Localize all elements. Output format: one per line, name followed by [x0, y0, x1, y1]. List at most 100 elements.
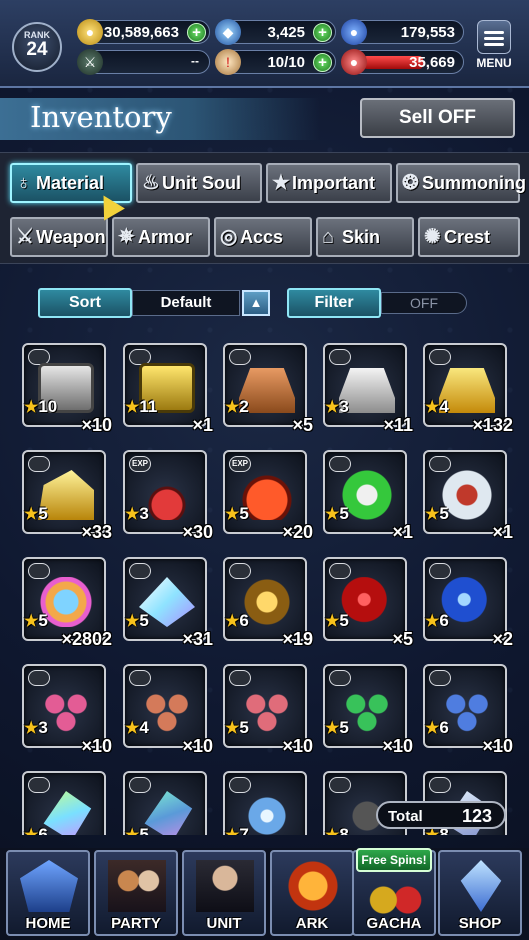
- tab-crest[interactable]: ✺ Crest: [418, 217, 520, 257]
- item-rarity: ★5: [225, 504, 249, 523]
- item-rarity: ★6: [24, 825, 48, 835]
- item-quantity: ×19: [282, 629, 313, 649]
- inventory-item[interactable]: EXP ★5 ×20: [223, 442, 313, 542]
- nav-label: PARTY: [111, 915, 161, 932]
- rank-badge[interactable]: RANK 24: [12, 22, 62, 72]
- dragon-icon: ❂: [402, 172, 419, 194]
- tab-label: Weapon: [36, 227, 106, 247]
- star-icon: ★: [272, 172, 290, 194]
- tab-summoning[interactable]: ❂ Summoning: [396, 163, 526, 203]
- home-crystal-icon: [20, 860, 78, 912]
- tab-unit-soul[interactable]: ♨ Unit Soul: [136, 163, 262, 203]
- energy-counter: ! 10/10 +: [215, 49, 336, 75]
- tab-label: Skin: [342, 227, 381, 247]
- inventory-item[interactable]: ★4 ×10: [123, 656, 213, 756]
- tab-accs[interactable]: ◎ Accs: [214, 217, 312, 257]
- sort-value[interactable]: Default: [132, 290, 240, 316]
- item-type-tag-icon: [129, 777, 151, 793]
- sort-direction-arrow-icon[interactable]: ▲: [242, 290, 270, 316]
- nav-home[interactable]: HOME: [6, 850, 90, 936]
- crest-icon: ✺: [424, 226, 441, 248]
- filter-button[interactable]: Filter: [287, 288, 381, 318]
- inventory-item[interactable]: ★5×20: [123, 763, 213, 835]
- inventory-item[interactable]: ★5 ×1: [323, 442, 413, 542]
- add-gil-button[interactable]: +: [187, 23, 206, 42]
- item-rarity: ★5: [325, 611, 349, 630]
- item-rarity: ★5: [24, 611, 48, 630]
- armor-icon: ✵: [118, 226, 135, 248]
- energy-value: 10/10: [267, 54, 305, 71]
- guild-value: --: [191, 54, 199, 68]
- add-energy-button[interactable]: +: [313, 53, 332, 72]
- item-rarity: ★2: [225, 397, 249, 416]
- item-rarity: ★4: [125, 718, 149, 737]
- item-rarity: ★10: [24, 397, 58, 416]
- filter-value[interactable]: OFF: [381, 292, 467, 314]
- add-lapis-button[interactable]: +: [313, 23, 332, 42]
- item-quantity: ×10: [81, 736, 112, 756]
- flame-icon: ♨: [142, 172, 160, 194]
- nav-unit[interactable]: UNIT: [182, 850, 266, 936]
- blue-orb-value: 179,553: [400, 24, 455, 41]
- tab-skin[interactable]: ⌂ Skin: [316, 217, 414, 257]
- inventory-item[interactable]: ★4 ×132: [423, 335, 513, 435]
- rank-value: 24: [26, 39, 48, 60]
- item-quantity: ×31: [182, 629, 213, 649]
- inventory-item[interactable]: ★2 ×5: [223, 335, 313, 435]
- bag-icon: ♁: [16, 172, 31, 194]
- inventory-item[interactable]: ★5 ×10: [323, 656, 413, 756]
- free-spins-badge: Free Spins!: [356, 848, 432, 872]
- nav-ark[interactable]: ARK: [270, 850, 354, 936]
- item-quantity: ×1: [392, 522, 413, 542]
- tab-important[interactable]: ★ Important: [266, 163, 392, 203]
- inventory-item[interactable]: ★5 ×1: [423, 442, 513, 542]
- tab-weapon[interactable]: ⚔ Weapon: [10, 217, 108, 257]
- inventory-item[interactable]: ★6×31: [22, 763, 112, 835]
- lapis-crystal-icon: ◆: [215, 19, 241, 45]
- inventory-item[interactable]: ★7: [223, 763, 313, 835]
- inventory-item[interactable]: ★10 ×10: [22, 335, 112, 435]
- tab-label: Armor: [138, 227, 193, 247]
- bottom-nav: HOME PARTY UNIT ARK GACHA SHOP: [0, 848, 529, 940]
- inventory-item[interactable]: ★6 ×2: [423, 549, 513, 649]
- inventory-item[interactable]: ★3 ×10: [22, 656, 112, 756]
- total-label: Total: [388, 808, 423, 825]
- inventory-item[interactable]: ★6 ×19: [223, 549, 313, 649]
- item-type-tag-icon: [429, 349, 451, 365]
- inventory-item[interactable]: ★6 ×10: [423, 656, 513, 756]
- nav-shop[interactable]: SHOP: [438, 850, 522, 936]
- inventory-item[interactable]: EXP ★3 ×30: [123, 442, 213, 542]
- inventory-item[interactable]: ★11 ×1: [123, 335, 213, 435]
- item-quantity: ×33: [81, 522, 112, 542]
- tab-armor[interactable]: ✵ Armor: [112, 217, 210, 257]
- party-characters-icon: [108, 860, 166, 912]
- menu-label: MENU: [476, 56, 512, 70]
- menu-button[interactable]: MENU: [472, 20, 516, 72]
- sort-button[interactable]: Sort: [38, 288, 132, 318]
- nav-party[interactable]: PARTY: [94, 850, 178, 936]
- item-type-tag-icon: [429, 777, 451, 793]
- item-rarity: ★5: [325, 718, 349, 737]
- item-rarity: ★3: [24, 718, 48, 737]
- inventory-item[interactable]: ★5 ×2802: [22, 549, 112, 649]
- item-rarity: ★5: [325, 504, 349, 523]
- item-type-tag-icon: [229, 349, 251, 365]
- item-type-tag-icon: [28, 456, 50, 472]
- sword-icon: ⚔: [16, 226, 34, 248]
- tab-label: Accs: [240, 227, 284, 247]
- red-orb-counter: ● 35,669: [341, 49, 464, 75]
- inventory-item[interactable]: ★5 ×31: [123, 549, 213, 649]
- nav-label: UNIT: [206, 915, 242, 932]
- ring-icon: ◎: [220, 226, 238, 248]
- inventory-item[interactable]: ★3 ×11: [323, 335, 413, 435]
- inventory-item[interactable]: ★5 ×10: [223, 656, 313, 756]
- gil-counter: ● 30,589,663 +: [77, 19, 210, 45]
- inventory-item[interactable]: ★5 ×5: [323, 549, 413, 649]
- nav-label: GACHA: [366, 915, 422, 932]
- hanger-icon: ⌂: [322, 226, 335, 248]
- item-quantity: ×132: [472, 415, 513, 435]
- tab-label: Summoning: [422, 173, 526, 193]
- inventory-item[interactable]: ★5 ×33: [22, 442, 112, 542]
- sell-toggle-button[interactable]: Sell OFF: [360, 98, 515, 138]
- item-rarity: ★8: [325, 825, 349, 835]
